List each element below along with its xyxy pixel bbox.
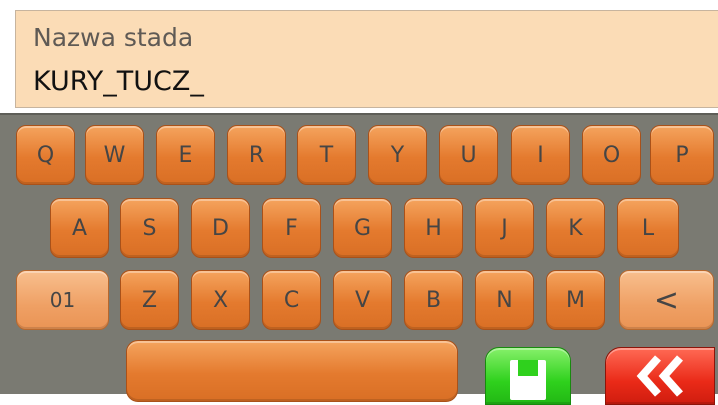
- key-p[interactable]: P: [650, 125, 714, 185]
- field-label: Nazwa stada: [33, 23, 194, 52]
- back-button[interactable]: [605, 347, 715, 405]
- on-screen-keyboard: Q W E R T Y U I O P A S D F G H J K L 01…: [0, 113, 718, 405]
- floppy-disk-icon: [510, 360, 546, 400]
- key-o[interactable]: O: [582, 125, 641, 185]
- field-value: KURY_TUCZ_: [33, 66, 204, 97]
- key-x[interactable]: X: [191, 270, 250, 330]
- key-k[interactable]: K: [546, 198, 605, 258]
- key-e[interactable]: E: [156, 125, 215, 185]
- key-u[interactable]: U: [439, 125, 498, 185]
- flock-name-field[interactable]: Nazwa stada KURY_TUCZ_: [15, 10, 718, 108]
- key-y[interactable]: Y: [368, 125, 427, 185]
- key-r[interactable]: R: [227, 125, 286, 185]
- key-a[interactable]: A: [50, 198, 109, 258]
- double-chevron-left-icon: [636, 355, 683, 397]
- key-v[interactable]: V: [333, 270, 392, 330]
- key-m[interactable]: M: [546, 270, 605, 330]
- key-b[interactable]: B: [404, 270, 463, 330]
- key-l[interactable]: L: [617, 198, 679, 258]
- key-q[interactable]: Q: [16, 125, 75, 185]
- key-j[interactable]: J: [475, 198, 534, 258]
- key-n[interactable]: N: [475, 270, 534, 330]
- key-z[interactable]: Z: [120, 270, 179, 330]
- mode-switch-key[interactable]: 01: [16, 270, 109, 330]
- key-c[interactable]: C: [262, 270, 321, 330]
- key-s[interactable]: S: [120, 198, 179, 258]
- key-f[interactable]: F: [262, 198, 321, 258]
- key-w[interactable]: W: [85, 125, 144, 185]
- key-i[interactable]: I: [511, 125, 570, 185]
- save-button[interactable]: [485, 347, 571, 405]
- key-d[interactable]: D: [191, 198, 250, 258]
- space-key[interactable]: [126, 340, 458, 402]
- key-g[interactable]: G: [333, 198, 392, 258]
- key-h[interactable]: H: [404, 198, 463, 258]
- key-t[interactable]: T: [297, 125, 356, 185]
- backspace-key[interactable]: <: [619, 270, 714, 330]
